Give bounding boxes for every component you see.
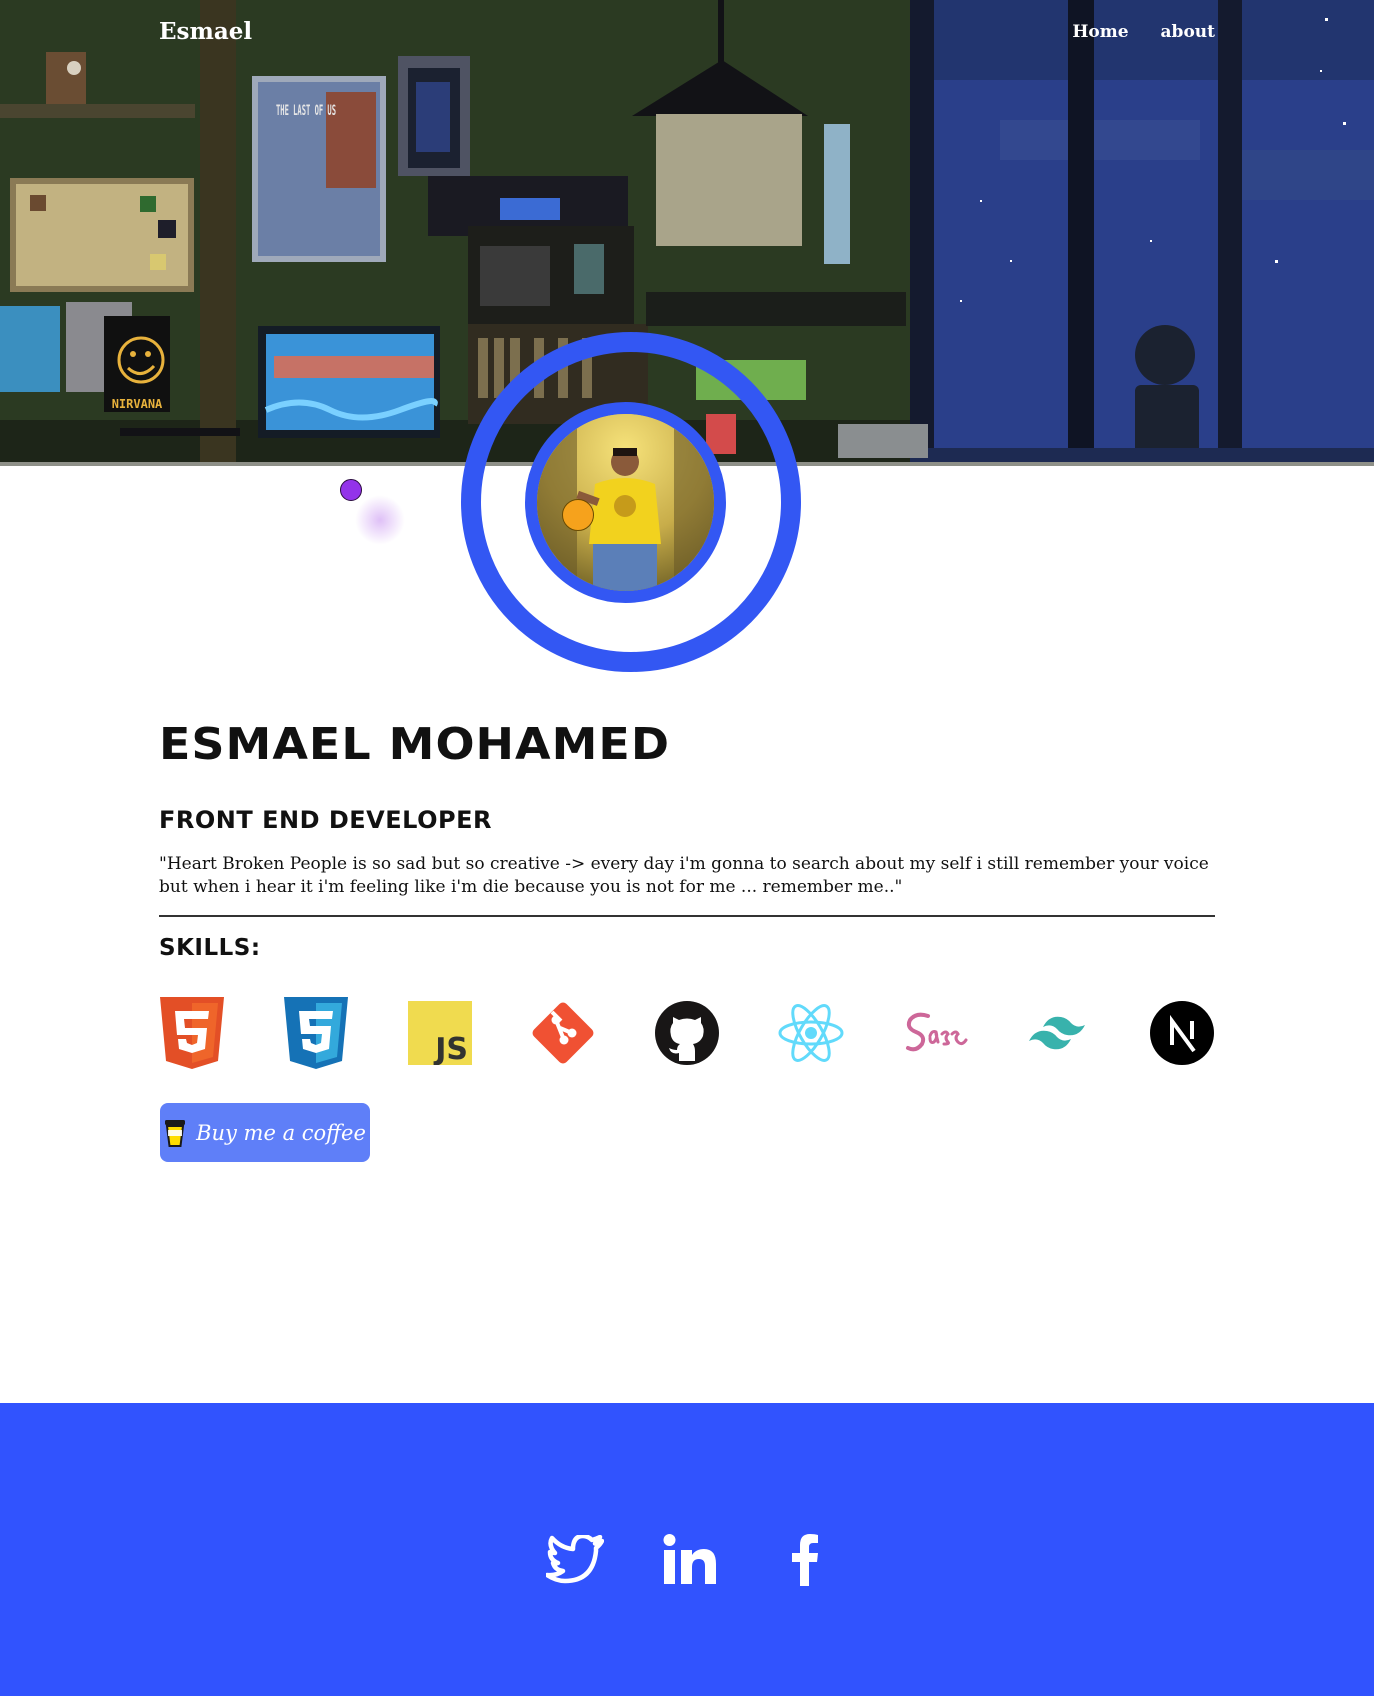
coffee-cup-icon xyxy=(165,1119,186,1147)
nextjs-icon xyxy=(1149,996,1215,1070)
html5-icon xyxy=(159,996,225,1070)
section-divider xyxy=(159,915,1215,917)
nav-about-link[interactable]: about xyxy=(1161,22,1215,42)
js-label: JS xyxy=(433,1032,468,1065)
profile-quote: "Heart Broken People is so sad but so cr… xyxy=(159,854,1209,897)
avatar xyxy=(525,402,726,603)
decorative-glow xyxy=(355,495,405,545)
tailwind-icon xyxy=(1025,996,1091,1070)
react-icon xyxy=(778,996,844,1070)
nav-home-link[interactable]: Home xyxy=(1072,22,1128,42)
javascript-icon: JS xyxy=(407,996,473,1070)
linkedin-icon[interactable] xyxy=(655,1525,725,1595)
brand-logo[interactable]: Esmael xyxy=(159,18,252,45)
nirvana-text: NIRVANA xyxy=(112,397,163,411)
css3-icon xyxy=(283,996,349,1070)
site-footer xyxy=(0,1403,1374,1696)
skills-heading: Skills: xyxy=(159,935,261,961)
top-nav: Home about xyxy=(1072,22,1215,42)
social-links xyxy=(540,1520,840,1600)
poster-text: THE LAST OF US xyxy=(276,103,336,119)
skills-list: JS xyxy=(159,996,1215,1070)
github-icon xyxy=(654,996,720,1070)
git-icon xyxy=(530,996,596,1070)
decorative-dot xyxy=(340,479,362,501)
profile-name: Esmael Mohamed xyxy=(159,718,671,770)
coffee-button-label: Buy me a coffee xyxy=(196,1120,366,1145)
facebook-icon[interactable] xyxy=(770,1525,840,1595)
sass-icon xyxy=(902,996,968,1070)
profile-photo xyxy=(537,414,714,591)
twitter-icon[interactable] xyxy=(540,1525,610,1595)
buy-me-a-coffee-button[interactable]: Buy me a coffee xyxy=(160,1103,370,1162)
profile-role: Front end developer xyxy=(159,806,492,834)
decorative-dot-orange xyxy=(562,499,594,531)
